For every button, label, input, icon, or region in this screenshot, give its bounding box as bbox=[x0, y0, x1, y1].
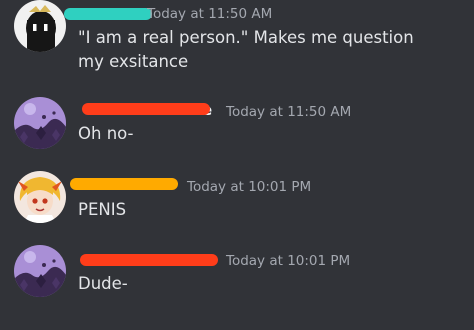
dark-hooded-character-icon bbox=[14, 0, 66, 52]
message-timestamp: Today at 10:01 PM bbox=[187, 179, 312, 195]
chat-message-list: Today at 11:50 AM "I am a real person." … bbox=[0, 0, 474, 330]
purple-floral-icon bbox=[14, 97, 66, 149]
redacted-username bbox=[70, 178, 178, 190]
avatar[interactable] bbox=[14, 97, 66, 149]
message-timestamp: Today at 11:50 AM bbox=[147, 6, 273, 22]
message-timestamp: Today at 11:50 AM bbox=[226, 104, 352, 120]
message-text: "I am a real person." Makes me question … bbox=[78, 28, 414, 71]
message-text: Dude- bbox=[78, 274, 128, 293]
redacted-username bbox=[64, 8, 152, 20]
redacted-username bbox=[80, 254, 218, 266]
avatar[interactable] bbox=[14, 0, 66, 52]
avatar[interactable] bbox=[14, 171, 66, 223]
avatar[interactable] bbox=[14, 245, 66, 297]
message-text: PENIS bbox=[78, 200, 127, 219]
purple-floral-icon bbox=[14, 245, 66, 297]
message-text: Oh no- bbox=[78, 124, 134, 143]
anime-blonde-character-icon bbox=[14, 171, 66, 223]
redacted-username bbox=[82, 103, 210, 115]
message-timestamp: Today at 10:01 PM bbox=[226, 253, 351, 269]
